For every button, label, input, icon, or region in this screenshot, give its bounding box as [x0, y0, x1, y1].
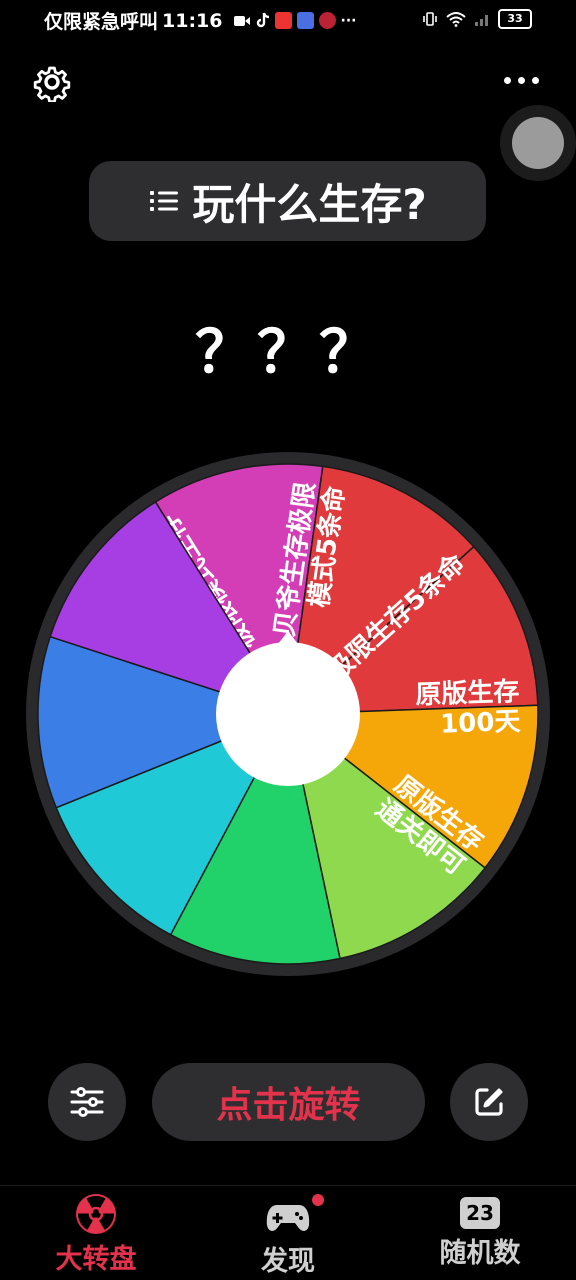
nav-label-wheel: 大转盘	[55, 1244, 137, 1275]
more-dot	[518, 76, 525, 84]
more-dot	[504, 76, 511, 84]
discover-badge	[312, 1194, 324, 1206]
signal-icon	[475, 15, 488, 26]
random-number-icon: 23	[460, 1197, 500, 1229]
wifi-icon	[446, 12, 466, 27]
battery-indicator: 33	[498, 9, 532, 29]
nav-label-random: 随机数	[439, 1238, 521, 1269]
more-dot	[532, 76, 539, 84]
book-app-icon	[274, 12, 292, 29]
gear-icon[interactable]	[32, 62, 72, 102]
vibrate-icon	[423, 12, 437, 26]
spin-wheel[interactable]: 原版生存极限模式一条命原版生存极限模式五条命贝爷生存贝爷生存极限模式极限模式生存…	[26, 452, 550, 976]
clock: 11:16	[162, 9, 223, 32]
nav-tab-discover[interactable]: 发现	[192, 1193, 384, 1280]
notification-icons: ···	[233, 12, 357, 29]
status-left: 仅限紧急呼叫 11:16 ···	[44, 7, 356, 34]
wheel-title: 玩什么生存?	[192, 179, 427, 229]
video-icon	[233, 15, 250, 26]
edit-icon	[475, 1088, 503, 1116]
nav-divider	[0, 1185, 576, 1186]
wheel-title-button[interactable]: 玩什么生存?	[89, 161, 486, 241]
more-options-button[interactable]	[504, 70, 544, 90]
status-bar: 仅限紧急呼叫 11:16 ··· 33	[0, 0, 576, 40]
edit-wheel-button[interactable]	[450, 1063, 528, 1141]
status-right: 33	[422, 9, 532, 29]
spin-result: ？？？	[194, 318, 381, 386]
nav-tab-wheel[interactable]: 大转盘	[0, 1193, 192, 1280]
more-notifications: ···	[340, 12, 357, 29]
radiation-icon	[76, 1194, 116, 1234]
nav-label-discover: 发现	[261, 1246, 315, 1277]
nav-tab-random[interactable]: 23 随机数	[384, 1193, 576, 1280]
music-app-icon	[296, 12, 314, 29]
list-icon	[150, 191, 179, 211]
gamepad-icon	[266, 1205, 310, 1231]
spin-button[interactable]: 点击旋转	[152, 1063, 425, 1141]
carrier-text: 仅限紧急呼叫	[44, 11, 159, 33]
tiktok-icon	[256, 12, 269, 28]
sliders-icon	[70, 1087, 104, 1117]
avatar-app-icon	[318, 12, 336, 29]
wheel-settings-button[interactable]	[48, 1063, 126, 1141]
floating-ball-knob[interactable]	[512, 117, 564, 169]
